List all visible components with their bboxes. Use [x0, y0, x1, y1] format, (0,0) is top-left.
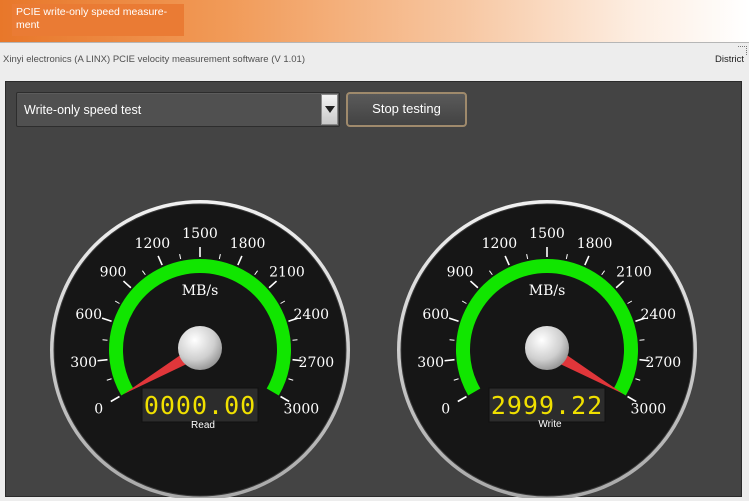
write-gauge-tick-label: 300	[417, 355, 444, 371]
write-gauge-tick-label: 2400	[640, 307, 676, 323]
write-gauge-label: Write	[538, 419, 562, 430]
write-gauge-tick-label: 600	[422, 307, 449, 323]
read-gauge-unit-label: MB/s	[182, 283, 219, 299]
write-gauge-tick-label: 900	[447, 265, 474, 281]
read-gauge-tick-label: 2400	[293, 307, 329, 323]
read-gauge-tick-label: 0	[94, 402, 103, 418]
read-gauge: 0 300 600 900 1200 1500 18002100 2400 2700 3000 MB…	[50, 200, 350, 498]
read-gauge-tick-label: 2100	[269, 265, 305, 281]
read-gauge-lcd-value: 0000.00	[144, 391, 256, 420]
write-gauge-hub	[525, 326, 569, 370]
write-gauge-lcd-value: 2999.22	[491, 391, 603, 420]
read-gauge-hub	[178, 326, 222, 370]
gauges-canvas: 03006009001200150018002100240027003000MB…	[50, 200, 697, 498]
banner-title: PCIE write-only speed measure-ment	[12, 4, 184, 36]
window-title: Xinyi electronics (A LINX) PCIE velocity…	[3, 54, 306, 65]
write-gauge-tick-label: 1800	[577, 236, 613, 252]
read-gauge-major-tick	[97, 358, 108, 362]
read-gauge-tick-label: 300	[70, 355, 97, 371]
app-window: Xinyi electronics (A LINX) PCIE velocity…	[0, 42, 749, 501]
write-gauge-tick-label: 3000	[631, 402, 667, 418]
write-gauge-minor-tick	[449, 339, 455, 341]
read-gauge-tick-label: 3000	[284, 402, 320, 418]
read-gauge-tick-label: 900	[100, 265, 127, 281]
read-gauge-tick-label: 600	[75, 307, 102, 323]
gauge-panel: Write-only speed test Stop testing 0 300 6…	[5, 81, 742, 498]
write-gauge-tick-label: 1200	[482, 236, 518, 252]
read-gauge-minor-tick	[102, 339, 108, 341]
write-gauge-major-tick	[444, 358, 455, 362]
read-gauge-tick-label: 1800	[230, 236, 266, 252]
write-gauge-tick-label: 2100	[616, 265, 652, 281]
write-gauge-minor-tick	[639, 339, 645, 341]
read-gauge-label: Read	[191, 420, 215, 431]
write-gauge: 0 300 600 900 1200 1500 18002100 2400 2700 3000 MB…	[397, 200, 697, 498]
write-gauge-tick-label: 2700	[646, 355, 682, 371]
top-banner: PCIE write-only speed measure-ment	[0, 0, 749, 42]
district-label[interactable]: District	[715, 54, 744, 65]
read-gauge-tick-label: 1500	[182, 226, 218, 242]
read-gauge-minor-tick	[292, 339, 298, 341]
write-gauge-tick-label: 1500	[529, 226, 565, 242]
read-gauge-tick-label: 1200	[135, 236, 171, 252]
write-gauge-tick-label: 0	[441, 402, 450, 418]
read-gauge-tick-label: 2700	[299, 355, 335, 371]
write-gauge-unit-label: MB/s	[529, 283, 566, 299]
